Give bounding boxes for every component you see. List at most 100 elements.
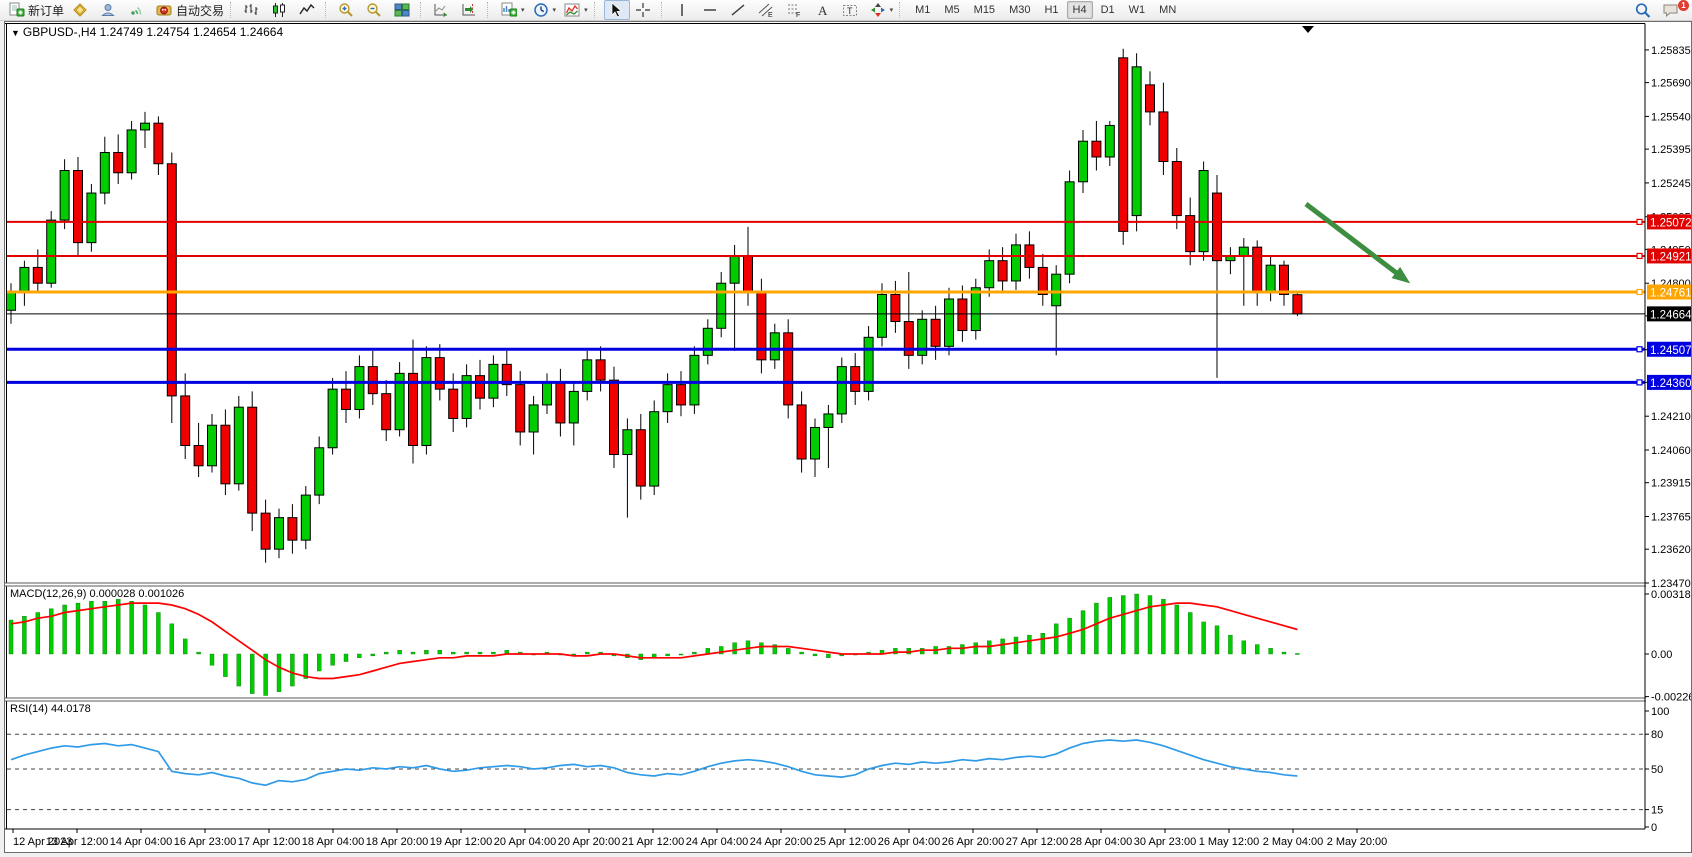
trendline-button[interactable] [727,0,753,20]
candle [502,351,511,396]
new-order-button[interactable]: 新订单 [5,0,67,20]
candle [355,355,364,418]
trendline-icon [730,2,746,18]
chat-button[interactable]: 1 [1659,0,1685,20]
timeframe-button-m5[interactable]: M5 [938,1,965,19]
candle [20,261,29,306]
chevron-down-icon[interactable]: ▾ [521,6,525,14]
cursor-button[interactable] [604,0,630,20]
new-chart-icon [500,2,517,18]
chart-window: 1.258351.256901.255401.253951.252451.250… [4,21,1692,853]
periods-dropdown[interactable]: ▾ [530,0,560,20]
candles-icon [271,2,287,18]
text-label-button[interactable]: T [839,0,865,20]
trend-arrow-annotation[interactable] [1306,204,1410,283]
crosshair-button[interactable] [632,0,658,20]
bars-icon [243,2,259,18]
timeframe-button-d1[interactable]: D1 [1095,1,1121,19]
candle [837,358,846,423]
horizontal-line-1.25072[interactable] [7,219,1645,224]
signal-icon [128,2,144,18]
candle [703,319,712,364]
timeframe-button-w1[interactable]: W1 [1123,1,1152,19]
line-chart-button[interactable] [296,0,322,20]
yellow-stack-icon [72,2,88,18]
timeframe-button-m30[interactable]: M30 [1003,1,1036,19]
time-tick-label: 18 Apr 04:00 [302,836,364,848]
zoom-in-button[interactable] [335,0,361,20]
fibonacci-button[interactable]: F [783,0,809,20]
candles-chart-button[interactable] [268,0,294,20]
bars-chart-button[interactable] [240,0,266,20]
chevron-down-icon[interactable]: ▾ [584,6,588,14]
candle [422,346,431,454]
price-tick-label: 1.23620 [1651,544,1691,556]
candle [181,373,190,459]
candle [74,157,83,256]
auto-scroll-button[interactable] [430,0,456,20]
algo-trading-button[interactable]: 自动交易 [153,0,227,20]
chart-shift-marker-icon[interactable] [1302,26,1314,33]
price-tick-label: 1.25690 [1651,78,1691,90]
time-tick-label: 16 Apr 23:00 [174,836,236,848]
svg-text:0: 0 [1651,822,1657,834]
timeframe-button-mn[interactable]: MN [1153,1,1182,19]
toolbar-separator [661,2,668,18]
notification-badge: 1 [1678,0,1689,11]
price-tick-label: 1.25835 [1651,45,1691,57]
candle [904,272,913,369]
candle [342,371,351,423]
chart-canvas[interactable]: 1.258351.256901.255401.253951.252451.250… [5,22,1691,857]
new-chart-dropdown[interactable]: ▾ [497,0,528,20]
fibo-icon: F [786,2,802,18]
price-tick-label: 1.23765 [1651,512,1691,524]
timeframe-button-m1[interactable]: M1 [909,1,936,19]
candle [382,380,391,441]
chart-shift-button[interactable] [458,0,484,20]
search-button[interactable] [1631,0,1657,20]
horizontal-line-1.24360[interactable] [7,380,1645,385]
signals-button[interactable] [125,0,151,20]
templates-dropdown[interactable]: ▾ [561,0,591,20]
svg-text:E: E [768,12,773,18]
profile-icon [100,2,116,18]
horizontal-line-1.24921[interactable] [7,253,1645,258]
candle [623,418,632,517]
zoom-out-button[interactable] [363,0,389,20]
candle [1226,247,1235,274]
toolbar-separator [420,2,427,18]
panel-splitter[interactable] [5,583,1691,586]
candle [1172,148,1181,229]
candle [998,247,1007,292]
metaeditor-button[interactable] [69,0,95,20]
arrows-dropdown[interactable]: ▾ [867,0,897,20]
channel-icon: E [758,2,774,18]
tile-windows-button[interactable] [391,0,417,20]
rsi-level-lines [7,734,1645,809]
timeframe-button-h1[interactable]: H1 [1038,1,1064,19]
candle [301,486,310,549]
chartshift-icon [461,2,477,18]
horizontal-line-1.24507[interactable] [7,347,1645,352]
timeframe-button-h4[interactable]: H4 [1067,1,1093,19]
candle [7,283,16,324]
horizontal-line-button[interactable] [699,0,725,20]
timeframe-button-m15[interactable]: M15 [968,1,1001,19]
linechart-icon [299,2,315,18]
candle [100,137,109,205]
profile-button[interactable] [97,0,123,20]
vertical-line-button[interactable] [671,0,697,20]
time-axis[interactable]: 12 Apr 202313 Apr 12:0014 Apr 04:0016 Ap… [13,829,1387,848]
price-tick-label: 1.25395 [1651,144,1691,156]
time-tick-label: 20 Apr 04:00 [494,836,556,848]
chevron-down-icon[interactable]: ▾ [890,6,894,14]
candle [797,391,806,472]
horizontal-line-1.24761[interactable] [7,290,1645,295]
equidistant-channel-button[interactable]: E [755,0,781,20]
chevron-down-icon[interactable]: ▾ [553,6,557,14]
candle [1159,83,1168,175]
new-order-icon [8,2,25,18]
algo-trading-button-label: 自动交易 [176,2,224,19]
panel-splitter[interactable] [5,698,1691,701]
text-button[interactable]: A [811,0,837,20]
